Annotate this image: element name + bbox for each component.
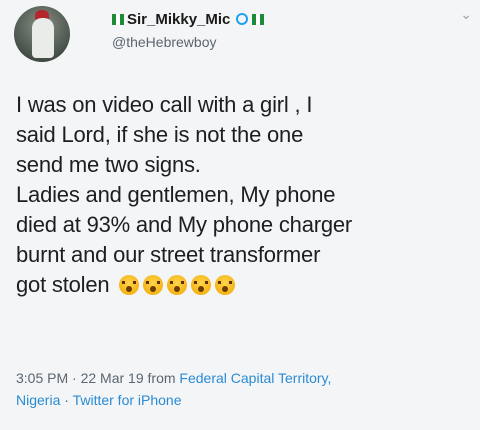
- avatar[interactable]: [14, 6, 70, 62]
- tweet-last-line: got stolen: [16, 270, 480, 300]
- tweet-line: Ladies and gentlemen, My phone: [16, 182, 336, 207]
- separator-dot: ·: [72, 370, 81, 386]
- separator-dot: ·: [64, 392, 73, 408]
- nigeria-flag-icon: [252, 13, 265, 25]
- tweet-card: Sir_Mikky_Mic @theHebrewboy ⌄ I was on v…: [0, 0, 480, 430]
- avatar-figure: [32, 18, 54, 58]
- meta-line-2: Nigeria · Twitter for iPhone: [16, 389, 480, 411]
- tweet-line: burnt and our street transformer: [16, 242, 321, 267]
- crying-face-icon: [143, 275, 164, 295]
- display-name[interactable]: Sir_Mikky_Mic: [127, 11, 230, 28]
- tweet-date[interactable]: 22 Mar 19: [81, 370, 144, 386]
- emoji-row: [115, 272, 236, 297]
- crying-face-icon: [167, 275, 188, 295]
- author-handle[interactable]: @theHebrewboy: [112, 34, 217, 50]
- ring-icon: [236, 13, 249, 25]
- crying-face-icon: [215, 275, 236, 295]
- tweet-text: I was on video call with a girl , I said…: [16, 90, 480, 300]
- tweet-line: I was on video call with a girl , I: [16, 92, 313, 117]
- crying-face-icon: [191, 275, 212, 295]
- tweet-line: said Lord, if she is not the one: [16, 122, 304, 147]
- nigeria-flag-icon: [112, 13, 124, 25]
- client-link[interactable]: Twitter for iPhone: [73, 392, 182, 408]
- tweet-meta: 3:05 PM · 22 Mar 19 from Federal Capital…: [16, 367, 480, 411]
- tweet-line: died at 93% and My phone charger: [16, 212, 353, 237]
- location-link-cont[interactable]: Nigeria: [16, 392, 60, 408]
- chevron-down-icon[interactable]: ⌄: [460, 6, 472, 23]
- author-name-row[interactable]: Sir_Mikky_Mic: [112, 8, 267, 30]
- tweet-line: send me two signs.: [16, 152, 201, 177]
- crying-face-icon: [119, 275, 140, 295]
- from-label: from: [147, 370, 176, 386]
- meta-line-1: 3:05 PM · 22 Mar 19 from Federal Capital…: [16, 367, 480, 389]
- tweet-time[interactable]: 3:05 PM: [16, 370, 68, 386]
- location-link[interactable]: Federal Capital Territory,: [179, 370, 331, 386]
- tweet-line: got stolen: [16, 272, 110, 297]
